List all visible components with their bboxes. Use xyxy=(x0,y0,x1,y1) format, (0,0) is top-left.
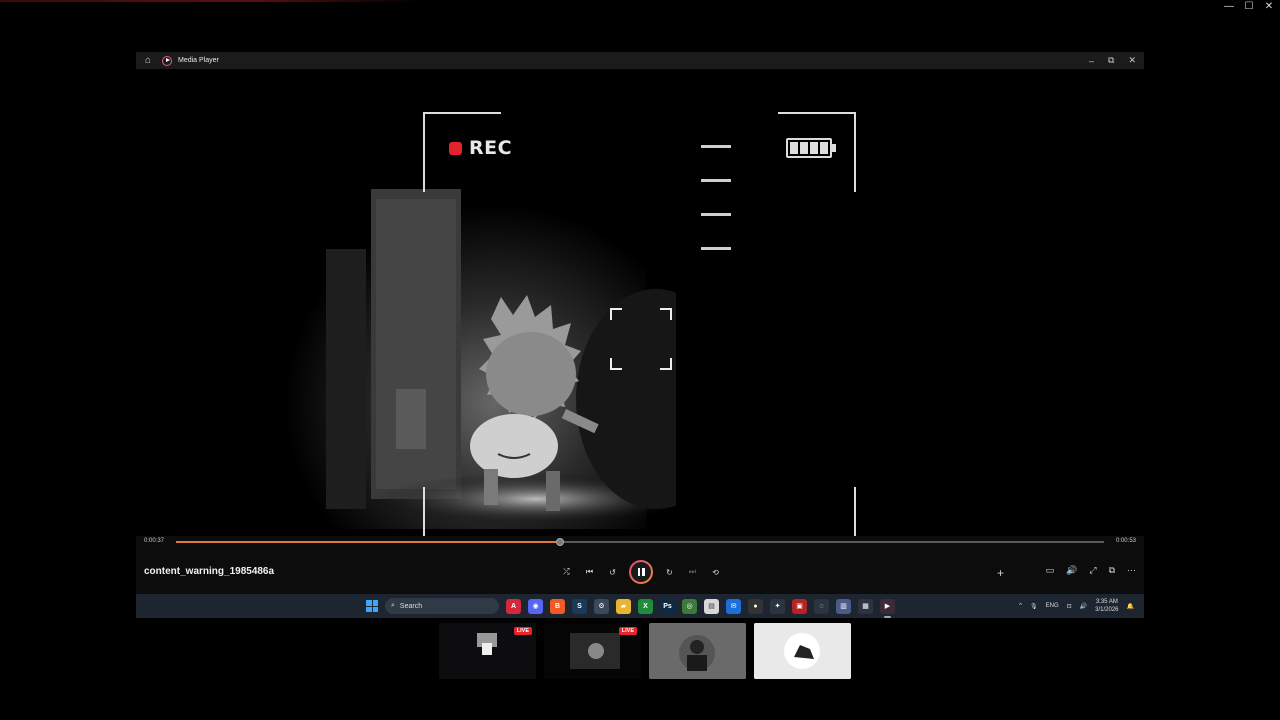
network-icon[interactable]: ⊡ xyxy=(1067,603,1072,610)
taskbar-gpu-icon[interactable]: ▦ xyxy=(858,598,873,614)
window-blinds xyxy=(701,145,741,281)
search-icon: ⌕ xyxy=(391,602,395,609)
taskbar-obs-icon[interactable]: ● xyxy=(748,598,763,614)
outer-titlebar: — ☐ ✕ xyxy=(0,0,1280,12)
taskbar-file-explorer-icon[interactable]: ▰ xyxy=(616,598,631,614)
previous-icon[interactable]: ⏮ xyxy=(583,566,596,579)
taskbar-xbox-icon[interactable]: X xyxy=(638,598,653,614)
pause-button[interactable] xyxy=(629,560,653,584)
close-button[interactable]: ✕ xyxy=(1128,55,1136,66)
taskbar-sync-icon[interactable]: ◌ xyxy=(814,598,829,614)
thumbnail-1[interactable]: LIVE xyxy=(439,623,536,679)
cast-icon[interactable]: ⧉ xyxy=(1109,565,1115,576)
seek-thumb[interactable] xyxy=(556,538,565,546)
taskbar-discord-icon[interactable]: ◉ xyxy=(528,598,543,614)
window-thumbnails: LIVE LIVE xyxy=(439,623,851,679)
taskbar-mail-icon[interactable]: ✉ xyxy=(726,598,741,614)
taskbar-chrome-icon[interactable]: ◎ xyxy=(682,598,697,614)
taskbar-brave-icon[interactable]: B xyxy=(550,598,565,614)
seek-bar-fill xyxy=(176,541,561,543)
viewfinder-corner xyxy=(423,487,501,536)
taskbar-media-player-icon[interactable]: ▶ xyxy=(880,598,895,618)
minimize-button[interactable]: – xyxy=(1089,56,1094,66)
taskbar-recorder-icon[interactable]: ▣ xyxy=(792,598,807,614)
elapsed-time: 0:00:37 xyxy=(144,538,165,544)
app-titlebar: ⌂ Media Player – ⧉ ✕ xyxy=(136,52,1144,69)
restore-button[interactable]: ⧉ xyxy=(1108,55,1114,66)
taskbar-search[interactable]: ⌕ Search xyxy=(385,598,499,614)
total-duration: 0:00:53 xyxy=(1115,538,1136,544)
shuffle-icon[interactable]: ⤮ xyxy=(560,566,573,579)
more-options-icon[interactable]: ··· xyxy=(1127,565,1136,576)
repeat-icon[interactable]: ⟲ xyxy=(709,566,722,579)
video-surface[interactable]: REC xyxy=(136,69,1144,536)
rec-dot-icon xyxy=(449,141,462,155)
battery-icon xyxy=(786,138,836,158)
accent-line xyxy=(0,0,420,2)
outer-minimize-button[interactable]: — xyxy=(1224,1,1234,12)
media-player-window: ⌂ Media Player – ⧉ ✕ REC 0:00:37 0:00:53… xyxy=(136,52,1144,618)
rec-indicator: REC xyxy=(449,137,512,159)
app-title: Media Player xyxy=(178,57,219,64)
taskbar-acrobat-icon[interactable]: A xyxy=(506,598,521,614)
pause-icon xyxy=(631,562,651,582)
language-indicator[interactable]: ENG xyxy=(1046,603,1059,609)
taskbar-unreal-icon[interactable]: ✦ xyxy=(770,598,785,614)
focus-reticle-icon xyxy=(610,308,672,370)
thumbnail-2[interactable]: LIVE xyxy=(544,623,641,679)
clock-date: 3/1/2026 xyxy=(1095,607,1119,613)
taskbar-photoshop-icon[interactable]: Ps xyxy=(660,598,675,614)
fullscreen-icon[interactable]: ⤢ xyxy=(1089,565,1096,576)
rec-label: REC xyxy=(469,137,513,159)
search-placeholder: Search xyxy=(399,602,423,610)
outer-maximize-button[interactable]: ☐ xyxy=(1244,1,1254,12)
miniplayer-icon[interactable]: ▭ xyxy=(1046,565,1055,576)
outer-close-button[interactable]: ✕ xyxy=(1264,1,1274,12)
notification-bell-icon[interactable]: 🔔 xyxy=(1127,603,1134,610)
taskbar-settings-icon[interactable]: ⚙ xyxy=(594,598,609,614)
file-name: content_warning_1985486a xyxy=(144,566,275,577)
clock-time: 3:35 AM xyxy=(1095,599,1118,605)
desktop-background: — ☐ ✕ ⌂ Media Player – ⧉ ✕ REC 0:00:37 0… xyxy=(0,0,1280,720)
clock[interactable]: 3:35 AM 3/1/2026 xyxy=(1095,598,1118,614)
taskbar-notepad-icon[interactable]: ▤ xyxy=(704,598,719,614)
volume-icon[interactable]: 🔊 xyxy=(1066,565,1077,576)
viewfinder-corner xyxy=(778,487,856,536)
forward-30-icon[interactable]: ↻ xyxy=(663,566,676,579)
thumbnail-4[interactable] xyxy=(754,623,851,679)
start-button[interactable] xyxy=(366,600,378,612)
thumbnail-3[interactable] xyxy=(649,623,746,679)
media-player-icon xyxy=(162,55,172,66)
home-icon[interactable]: ⌂ xyxy=(136,55,160,66)
rewind-10-icon[interactable]: ↺ xyxy=(606,566,619,579)
player-controls: 0:00:37 0:00:53 content_warning_1985486a… xyxy=(136,536,1144,594)
taskbar-steam-icon[interactable]: S xyxy=(572,598,587,614)
microphone-icon[interactable]: 🎙 xyxy=(1030,603,1038,610)
seek-bar[interactable] xyxy=(176,538,1104,546)
live-badge: LIVE xyxy=(618,627,637,635)
taskbar-device-icon[interactable]: ▥ xyxy=(836,598,851,614)
taskbar: ⌕ Search A ◉ B S ⚙ ▰ X Ps ◎ ▤ ✉ ● ✦ ▣ ◌ ▥ ▦ ▶ ^ 🎙 ENG ⊡ 🔊… xyxy=(136,594,1144,618)
live-badge: LIVE xyxy=(513,627,532,635)
tray-volume-icon[interactable]: 🔊 xyxy=(1080,603,1087,610)
next-icon[interactable]: ⏭ xyxy=(686,566,699,579)
add-to-icon[interactable]: + xyxy=(997,566,1004,580)
tray-chevron-icon[interactable]: ^ xyxy=(1019,603,1022,609)
